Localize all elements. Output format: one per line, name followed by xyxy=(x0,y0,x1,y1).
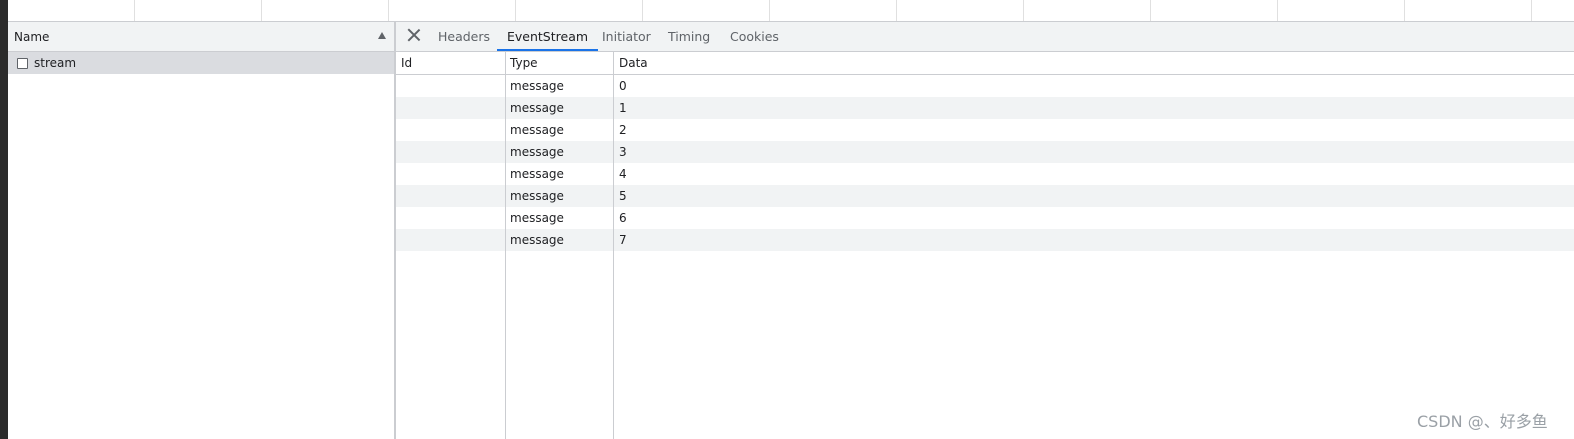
event-type: message xyxy=(510,233,564,247)
column-header-data[interactable]: Data xyxy=(619,56,648,70)
event-row[interactable]: message 2 xyxy=(396,119,1574,141)
column-divider[interactable] xyxy=(613,52,614,439)
tab-eventstream[interactable]: EventStream xyxy=(497,22,599,51)
event-type: message xyxy=(510,189,564,203)
timeline-gridline xyxy=(1531,0,1532,21)
timeline-gridline xyxy=(769,0,770,21)
event-type: message xyxy=(510,167,564,181)
event-data: 7 xyxy=(619,233,627,247)
event-type: message xyxy=(510,211,564,225)
event-row[interactable]: message 6 xyxy=(396,207,1574,229)
window-edge xyxy=(0,0,8,439)
request-list-panel: Name stream xyxy=(8,22,396,439)
event-row[interactable]: message 3 xyxy=(396,141,1574,163)
watermark: CSDN @、好多鱼 xyxy=(1417,412,1548,431)
sort-ascending-icon[interactable] xyxy=(378,32,386,39)
event-row[interactable]: message 7 xyxy=(396,229,1574,251)
event-data: 6 xyxy=(619,211,627,225)
timeline-gridline xyxy=(1277,0,1278,21)
event-row[interactable]: message 1 xyxy=(396,97,1574,119)
timeline-overview[interactable] xyxy=(8,0,1574,22)
timeline-gridline xyxy=(515,0,516,21)
event-data: 5 xyxy=(619,189,627,203)
timeline-gridline xyxy=(1404,0,1405,21)
name-column-header[interactable]: Name xyxy=(8,22,394,52)
request-row[interactable]: stream xyxy=(8,52,394,74)
tab-cookies[interactable]: Cookies xyxy=(720,22,789,51)
request-name: stream xyxy=(34,56,77,70)
eventstream-grid-header: Id Type Data xyxy=(396,52,1574,75)
event-row[interactable]: message 4 xyxy=(396,163,1574,185)
event-data: 4 xyxy=(619,167,627,181)
event-data: 1 xyxy=(619,101,627,115)
event-type: message xyxy=(510,79,564,93)
column-header-id[interactable]: Id xyxy=(401,56,412,70)
tab-timing[interactable]: Timing xyxy=(658,22,720,51)
column-divider[interactable] xyxy=(505,52,506,439)
event-row[interactable]: message 5 xyxy=(396,185,1574,207)
close-icon[interactable] xyxy=(407,28,421,42)
tab-initiator[interactable]: Initiator xyxy=(592,22,661,51)
column-header-type[interactable]: Type xyxy=(510,56,538,70)
details-tabbar: Headers EventStream Initiator Timing Coo… xyxy=(396,22,1574,52)
tab-headers[interactable]: Headers xyxy=(428,22,500,51)
timeline-gridline xyxy=(261,0,262,21)
event-data: 0 xyxy=(619,79,627,93)
timeline-gridline xyxy=(134,0,135,21)
timeline-gridline xyxy=(896,0,897,21)
event-type: message xyxy=(510,145,564,159)
timeline-gridline xyxy=(642,0,643,21)
event-type: message xyxy=(510,123,564,137)
event-type: message xyxy=(510,101,564,115)
timeline-gridline xyxy=(388,0,389,21)
event-row[interactable]: message 0 xyxy=(396,75,1574,97)
request-details-panel: Headers EventStream Initiator Timing Coo… xyxy=(396,22,1574,439)
name-column-label: Name xyxy=(14,30,50,44)
event-data: 2 xyxy=(619,123,627,137)
event-data: 3 xyxy=(619,145,627,159)
timeline-gridline xyxy=(1150,0,1151,21)
document-icon xyxy=(17,58,28,69)
timeline-gridline xyxy=(1023,0,1024,21)
